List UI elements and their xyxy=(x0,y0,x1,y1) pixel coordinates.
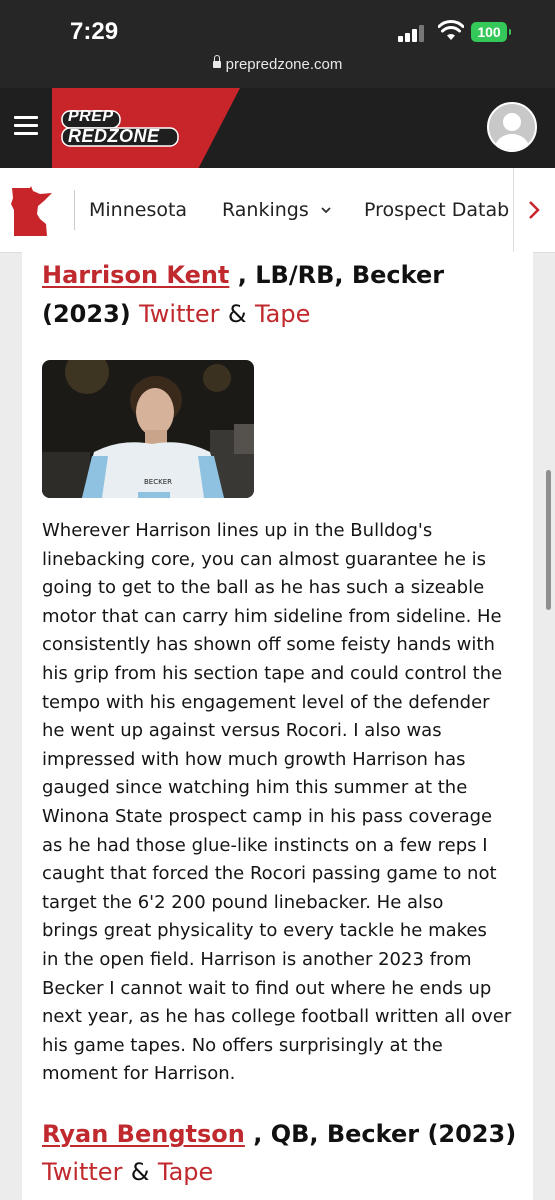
description-line: target the 6'2 200 pound linebacker. He … xyxy=(42,891,444,913)
description-line: moment for Harrison. xyxy=(42,1063,236,1085)
url-text: prepredzone.com xyxy=(225,56,343,73)
player2-ampersand: & xyxy=(130,1158,150,1186)
nav-divider xyxy=(74,190,75,230)
description-line: impressed with how much growth Harrison … xyxy=(42,748,466,770)
player2-tape-link[interactable]: Tape xyxy=(158,1158,213,1186)
description-line: Winona State prospect camp in his pass c… xyxy=(42,805,493,827)
chevron-down-icon xyxy=(321,207,331,214)
hamburger-menu-icon[interactable] xyxy=(14,116,38,136)
player1-heading-line2: (2023) Twitter & Tape xyxy=(42,294,310,334)
player1-twitter-link[interactable]: Twitter xyxy=(139,300,219,328)
logo-text-prep: PREP xyxy=(68,108,114,125)
description-line: tempo with his engagement level of the d… xyxy=(42,691,490,713)
description-line: caught that forced the Rocori passing ga… xyxy=(42,863,497,885)
player1-details: , LB/RB, Becker xyxy=(229,261,445,289)
jersey-text: BECKER xyxy=(144,478,172,486)
description-line: consistently has shown off some feisty h… xyxy=(42,634,495,656)
player1-heading-line1: Harrison Kent , LB/RB, Becker xyxy=(42,255,444,295)
player1-photo[interactable]: BECKER xyxy=(42,360,254,498)
nav-prospect-database[interactable]: Prospect Datab xyxy=(364,199,509,221)
player-photo-image: BECKER xyxy=(42,360,254,498)
description-line: he went up against versus Rocori. I also… xyxy=(42,720,442,742)
lock-icon xyxy=(212,55,221,68)
nav-scroll-right-button[interactable] xyxy=(513,168,555,252)
player2-heading-line1: Ryan Bengtson , QB, Becker (2023) xyxy=(42,1114,516,1154)
player2-heading-line2: Twitter & Tape xyxy=(42,1152,213,1192)
description-line: motor that can carry him sideline from s… xyxy=(42,605,502,627)
description-line: his game tapes. No offers surprisingly a… xyxy=(42,1034,443,1056)
description-line: next year, as he has college football wr… xyxy=(42,1006,512,1028)
description-line: brings great physicality to every tackle… xyxy=(42,920,487,942)
player2-details: , QB, Becker (2023) xyxy=(244,1120,517,1148)
minnesota-state-icon[interactable] xyxy=(10,186,54,238)
battery-indicator: 100 xyxy=(471,22,511,42)
description-line: his grip from his section tape and could… xyxy=(42,662,503,684)
article-card: Harrison Kent , LB/RB, Becker (2023) Twi… xyxy=(22,252,533,1200)
logo-text-redzone: REDZONE xyxy=(68,126,160,146)
state-nav-bar: Minnesota Rankings Prospect Datab xyxy=(0,168,555,253)
player2-name-link[interactable]: Ryan Bengtson xyxy=(42,1120,245,1148)
status-bar: 7:29 100 prepredzone.com xyxy=(0,0,555,88)
description-line: going to get to the ball as he has such … xyxy=(42,577,485,599)
player1-ampersand: & xyxy=(227,300,247,328)
user-silhouette-icon xyxy=(495,113,529,150)
page-scrollbar[interactable] xyxy=(546,470,551,610)
clock: 7:29 xyxy=(70,18,119,45)
description-line: gauged since watching him this summer at… xyxy=(42,777,468,799)
player1-year: (2023) xyxy=(42,300,131,328)
player1-tape-link[interactable]: Tape xyxy=(255,300,310,328)
player2-twitter-link[interactable]: Twitter xyxy=(42,1158,122,1186)
nav-minnesota[interactable]: Minnesota xyxy=(89,199,187,221)
cellular-signal-icon xyxy=(398,24,426,42)
site-header: PREP REDZONE xyxy=(0,88,555,168)
nav-rankings[interactable]: Rankings xyxy=(222,199,331,221)
player1-name-link[interactable]: Harrison Kent xyxy=(42,261,229,289)
wifi-icon xyxy=(438,20,464,40)
description-line: as he had those glue-like instincts on a… xyxy=(42,834,488,856)
player1-description: Wherever Harrison lines up in the Bulldo… xyxy=(42,517,517,1089)
description-line: linebacking core, you can almost guarant… xyxy=(42,548,487,570)
description-line: Becker I cannot wait to find out where h… xyxy=(42,977,492,999)
description-line: in the open field. Harrison is another 2… xyxy=(42,948,472,970)
nav-rankings-label: Rankings xyxy=(222,199,309,221)
description-line: Wherever Harrison lines up in the Bulldo… xyxy=(42,520,433,541)
url-bar[interactable]: prepredzone.com xyxy=(0,55,555,73)
chevron-right-icon xyxy=(529,201,540,219)
site-logo[interactable]: PREP REDZONE xyxy=(58,108,180,148)
user-avatar[interactable] xyxy=(487,102,537,152)
